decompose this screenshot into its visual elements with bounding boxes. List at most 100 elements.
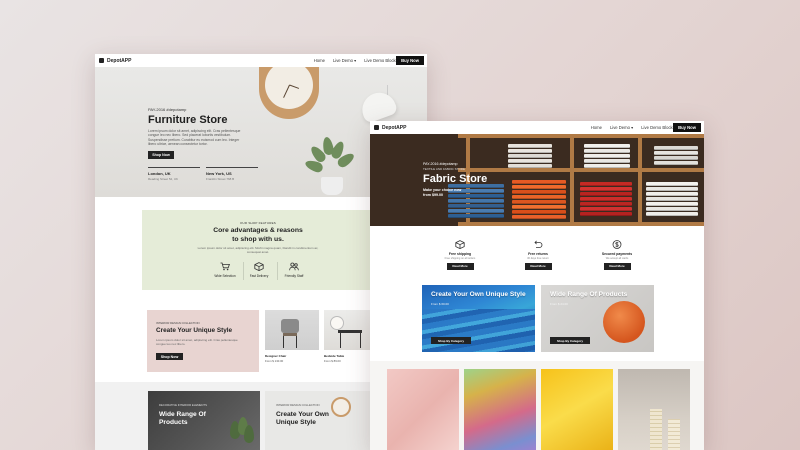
read-more-button[interactable]: Read More <box>524 263 552 270</box>
product-price: From $ 130.00 <box>265 359 284 363</box>
fabric-stack <box>646 182 698 222</box>
benefits-section: Free shipping Free shipping on all order… <box>370 226 704 283</box>
brand-logo[interactable]: DepotAPP <box>99 58 131 64</box>
tile-price: From $ 60.00 <box>431 302 449 306</box>
feature-label: Fast Delivery <box>249 274 269 278</box>
hero-description: Lorem ipsum dolor sit amet, adipiscing e… <box>148 129 241 147</box>
divider <box>206 167 258 168</box>
page-title: Fabric Store <box>423 173 488 185</box>
collection-title: Create Your Unique Style <box>156 327 233 334</box>
feature-label: Friendly Staff <box>284 274 304 278</box>
yarn-ball-image <box>603 301 645 343</box>
hero-subtag: TEXTILE AND FABRIC STORE <box>423 167 465 171</box>
hero-tag: PAY-2016 #depotamp <box>423 162 458 166</box>
nav-links: Home Live Demo ▾ Live Demo Blocks ▾ <box>314 58 401 63</box>
box-icon <box>455 240 465 249</box>
fabric-stack <box>580 182 632 222</box>
logo-icon <box>99 58 104 63</box>
brand-name: DepotAPP <box>107 57 132 64</box>
hero-cta-text: Make your choice now from $99.00 <box>423 188 462 197</box>
return-icon <box>534 240 543 248</box>
hero-section: PAY-2016 #depotamp TEXTILE AND FABRIC ST… <box>370 134 704 226</box>
feature-label: Wide Selection <box>214 274 236 278</box>
fabric-stack <box>584 144 630 168</box>
lamp-image <box>353 85 399 125</box>
people-icon <box>289 262 299 271</box>
yellow-fabric-image[interactable] <box>541 369 613 450</box>
divider <box>277 262 278 280</box>
nav-link-home[interactable]: Home <box>591 125 602 130</box>
nav-link-home[interactable]: Home <box>314 58 325 63</box>
clock-image <box>259 67 319 119</box>
logo-icon <box>374 125 379 130</box>
shop-by-category-button[interactable]: Shop By Category <box>431 337 471 344</box>
shelf <box>458 134 704 138</box>
buy-now-button[interactable]: Buy Now <box>673 123 701 132</box>
fabric-stack <box>654 146 698 168</box>
collection-eyebrow: INTERIOR DESIGN COLLECTION <box>156 321 200 325</box>
benefit-item: Free shipping Free shipping on all order… <box>435 240 485 270</box>
promo-eyebrow: DECORATIVE INTERIOR ELEMENTS <box>159 403 207 407</box>
shelf <box>458 168 704 172</box>
section-title-line: Core advantages & reasons <box>213 227 303 234</box>
colorful-fabric-image[interactable] <box>464 369 536 450</box>
benefit-label: Free shipping <box>448 252 472 256</box>
spool <box>668 419 680 450</box>
benefit-subtext: We accept all cards <box>605 257 629 260</box>
fabric-stack <box>508 144 552 168</box>
hero-tag: PAY-2016 #depotamp <box>148 107 187 112</box>
promo-title: Wide Range Of Products <box>159 411 206 427</box>
nav-links: Home Live Demo ▾ Live Demo Blocks ▾ <box>591 125 678 130</box>
product-card[interactable]: Designer Chair From $ 130.00 <box>265 310 319 363</box>
feature-item: Wide Selection <box>210 262 240 278</box>
location-address: Franklin Street 768 B <box>206 177 235 181</box>
collection-banner: INTERIOR DESIGN COLLECTION Create Your U… <box>147 310 259 372</box>
box-icon <box>254 262 264 271</box>
tile-price: From $ 24.00 <box>550 302 568 306</box>
benefit-label: Free returns <box>528 252 548 256</box>
promo-banner-products[interactable]: DECORATIVE INTERIOR ELEMENTS Wide Range … <box>148 391 260 450</box>
read-more-button[interactable]: Read More <box>603 263 631 270</box>
product-name: Designer Chair <box>265 354 287 358</box>
feature-item: Fast Delivery <box>244 262 274 278</box>
shelf <box>570 134 574 226</box>
collection-shop-button[interactable]: Shop Now <box>156 353 183 360</box>
feature-item: Friendly Staff <box>279 262 309 278</box>
section-eyebrow: OUR SHOP FEATURES <box>240 221 276 225</box>
section-title-line: to shop with us. <box>232 236 284 243</box>
towel-texture <box>422 309 535 352</box>
spool <box>650 409 662 450</box>
features-section: OUR SHOP FEATURES Core advantages & reas… <box>142 210 374 290</box>
brand-logo[interactable]: DepotAPP <box>374 125 406 131</box>
read-more-button[interactable]: Read More <box>446 263 474 270</box>
plant-image <box>226 417 256 450</box>
nav-link-live-demo[interactable]: Live Demo ▾ <box>610 125 633 130</box>
promo-banner-style[interactable]: INTERIOR DESIGN COLLECTION Create Your O… <box>265 391 377 450</box>
shelf <box>638 134 642 226</box>
clock-image <box>331 397 351 417</box>
section-description: Lorem ipsum dolor sit amet, adipiscing e… <box>197 246 319 254</box>
fabric-store-preview: DepotAPP Home Live Demo ▾ Live Demo Bloc… <box>370 121 704 450</box>
shop-by-category-button[interactable]: Shop By Category <box>550 337 590 344</box>
benefit-label: Secured payments <box>601 252 633 256</box>
cart-icon <box>220 262 230 271</box>
pink-fabric-image[interactable] <box>387 369 459 450</box>
nav-link-live-demo[interactable]: Live Demo ▾ <box>333 58 356 63</box>
benefit-item: Secured payments We accept all cards Rea… <box>592 240 642 270</box>
buy-now-button[interactable]: Buy Now <box>396 56 424 65</box>
brand-name: DepotAPP <box>382 124 407 131</box>
category-tile[interactable]: Wide Range Of Products From $ 24.00 Shop… <box>541 285 654 352</box>
page-title: Furniture Store <box>148 114 228 126</box>
divider <box>148 167 200 168</box>
benefit-subtext: Free shipping on all orders <box>444 257 476 260</box>
location-city: London, UK <box>148 171 171 176</box>
category-tile[interactable]: Create Your Own Unique Style From $ 60.0… <box>422 285 535 352</box>
promo-eyebrow: INTERIOR DESIGN COLLECTION <box>276 403 320 407</box>
shop-now-button[interactable]: Shop Now <box>148 151 174 159</box>
top-nav: DepotAPP Home Live Demo ▾ Live Demo Bloc… <box>370 121 704 134</box>
thread-spools-image[interactable] <box>618 369 690 450</box>
chair-image <box>265 310 319 350</box>
location-address: Reading Street 52, UK <box>148 177 179 181</box>
benefit-subtext: 30 days free return <box>527 257 549 260</box>
dollar-icon <box>612 240 622 249</box>
